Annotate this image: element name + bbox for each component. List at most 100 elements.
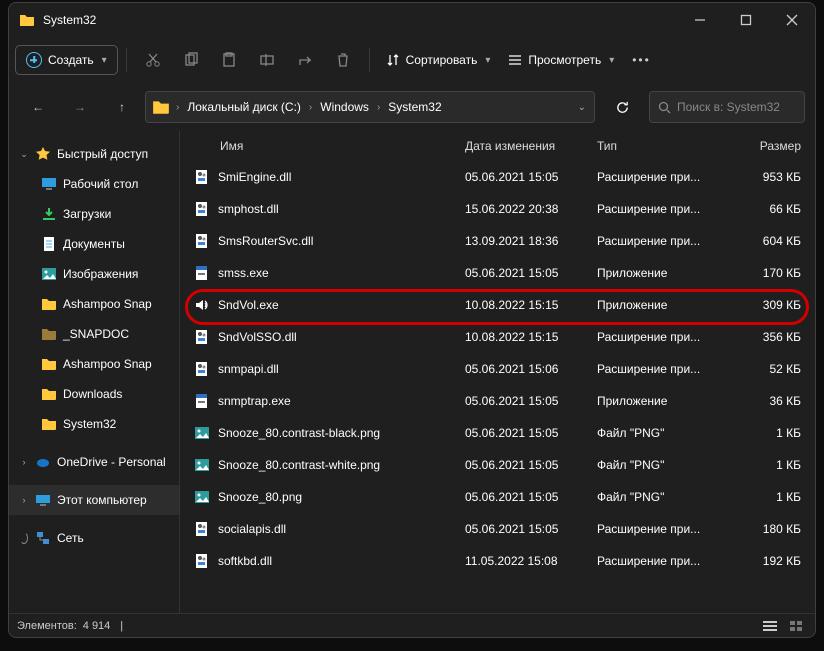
sort-label: Сортировать	[406, 53, 478, 67]
breadcrumb[interactable]: › Локальный диск (C:) › Windows › System…	[145, 91, 595, 123]
file-type: Файл "PNG"	[597, 490, 729, 504]
share-button[interactable]	[287, 44, 323, 76]
thumbnails-view-button[interactable]	[785, 617, 807, 635]
sort-icon	[386, 53, 400, 67]
file-size: 52 КБ	[729, 362, 801, 376]
col-type[interactable]: Тип	[597, 139, 729, 153]
file-row[interactable]: SmiEngine.dll05.06.2021 15:05Расширение …	[180, 161, 815, 193]
paste-button[interactable]	[211, 44, 247, 76]
file-row[interactable]: socialapis.dll05.06.2021 15:05Расширение…	[180, 513, 815, 545]
chevron-right-icon[interactable]: ›	[19, 457, 29, 467]
col-name[interactable]: Имя	[180, 139, 465, 153]
sidebar-item-label: Ashampoo Snap	[63, 297, 152, 311]
file-row[interactable]: softkbd.dll11.05.2022 15:08Расширение пр…	[180, 545, 815, 577]
more-button[interactable]: •••	[624, 44, 659, 76]
sidebar-item[interactable]: _SNAPDOC	[9, 319, 179, 349]
new-button[interactable]: Создать ▾	[15, 45, 118, 75]
close-button[interactable]	[769, 3, 815, 37]
file-name: SmsRouterSvc.dll	[218, 234, 313, 248]
minimize-button[interactable]	[677, 3, 723, 37]
body: ⌄ Быстрый доступ Рабочий стол Загрузки Док…	[9, 131, 815, 613]
file-row[interactable]: snmptrap.exe05.06.2021 15:05Приложение36…	[180, 385, 815, 417]
details-view-button[interactable]	[759, 617, 781, 635]
sidebar-this-pc[interactable]: › Этот компьютер	[9, 485, 179, 515]
sidebar-item[interactable]: Downloads	[9, 379, 179, 409]
file-list: Имя Дата изменения Тип Размер SmiEngine.…	[179, 131, 815, 613]
file-size: 953 КБ	[729, 170, 801, 184]
sidebar-item[interactable]: Ashampoo Snap	[9, 349, 179, 379]
sidebar-item-label: Ashampoo Snap	[63, 357, 152, 371]
sidebar-quick-access[interactable]: ⌄ Быстрый доступ	[9, 139, 179, 169]
file-name: SndVol.exe	[218, 298, 279, 312]
status-count: 4 914	[83, 620, 111, 632]
col-size[interactable]: Размер	[729, 139, 801, 153]
copy-button[interactable]	[173, 44, 209, 76]
sidebar-network[interactable]: Сеть	[9, 523, 179, 553]
col-date[interactable]: Дата изменения	[465, 139, 597, 153]
breadcrumb-item[interactable]: System32	[382, 100, 447, 114]
forward-button[interactable]: →	[61, 89, 99, 125]
delete-button[interactable]	[325, 44, 361, 76]
search-input[interactable]: Поиск в: System32	[649, 91, 805, 123]
sidebar-item[interactable]: Документы	[9, 229, 179, 259]
sort-button[interactable]: Сортировать ▾	[378, 44, 499, 76]
file-row[interactable]: Snooze_80.contrast-white.png05.06.2021 1…	[180, 449, 815, 481]
file-type: Расширение при...	[597, 554, 729, 568]
file-size: 309 КБ	[729, 298, 801, 312]
file-date: 05.06.2021 15:05	[465, 170, 597, 184]
file-row[interactable]: snmpapi.dll05.06.2021 15:06Расширение пр…	[180, 353, 815, 385]
file-type: Приложение	[597, 266, 729, 280]
refresh-button[interactable]	[603, 89, 641, 125]
file-row[interactable]: smphost.dll15.06.2022 20:38Расширение пр…	[180, 193, 815, 225]
sidebar-item[interactable]: Рабочий стол	[9, 169, 179, 199]
file-date: 10.08.2022 15:15	[465, 298, 597, 312]
file-date: 05.06.2021 15:05	[465, 266, 597, 280]
cloud-icon	[35, 454, 51, 470]
up-button[interactable]: ↑	[103, 89, 141, 125]
file-row[interactable]: Snooze_80.contrast-black.png05.06.2021 1…	[180, 417, 815, 449]
cut-button[interactable]	[135, 44, 171, 76]
chevron-right-icon[interactable]: ›	[19, 495, 29, 505]
file-row[interactable]: smss.exe 05.06.2021 15:05Приложение170 КБ	[180, 257, 815, 289]
window-title: System32	[43, 13, 677, 27]
folder-icon	[152, 98, 170, 116]
sidebar-item[interactable]: Изображения	[9, 259, 179, 289]
file-size: 1 КБ	[729, 490, 801, 504]
file-row[interactable]: SndVolSSO.dll10.08.2022 15:15Расширение …	[180, 321, 815, 353]
chevron-down-icon[interactable]: ⌄	[578, 102, 586, 113]
file-name: SndVolSSO.dll	[218, 330, 297, 344]
view-label: Просмотреть	[528, 53, 601, 67]
file-size: 356 КБ	[729, 330, 801, 344]
maximize-button[interactable]	[723, 3, 769, 37]
file-row[interactable]: SndVol.exe10.08.2022 15:15Приложение309 …	[180, 289, 815, 321]
file-type: Приложение	[597, 394, 729, 408]
back-button[interactable]: ←	[19, 89, 57, 125]
file-size: 170 КБ	[729, 266, 801, 280]
view-button[interactable]: Просмотреть ▾	[500, 44, 622, 76]
file-row[interactable]: Snooze_80.png05.06.2021 15:05Файл "PNG"1…	[180, 481, 815, 513]
file-name: softkbd.dll	[218, 554, 272, 568]
sidebar-item[interactable]: Ashampoo Snap	[9, 289, 179, 319]
status-bar: Элементов: 4 914 |	[9, 613, 815, 637]
sidebar-item[interactable]: System32	[9, 409, 179, 439]
rename-button[interactable]	[249, 44, 285, 76]
chevron-down-icon: ▾	[485, 55, 490, 66]
file-type: Расширение при...	[597, 202, 729, 216]
sidebar-item-label: Загрузки	[63, 207, 111, 221]
file-date: 05.06.2021 15:05	[465, 522, 597, 536]
explorer-window: System32 Создать ▾ Сортировать ▾ Просмот…	[8, 2, 816, 638]
breadcrumb-item[interactable]: Windows	[314, 100, 375, 114]
view-icon	[508, 53, 522, 67]
file-size: 180 КБ	[729, 522, 801, 536]
breadcrumb-item[interactable]: Локальный диск (C:)	[181, 100, 307, 114]
file-date: 05.06.2021 15:06	[465, 362, 597, 376]
file-type: Файл "PNG"	[597, 426, 729, 440]
file-type: Файл "PNG"	[597, 458, 729, 472]
sidebar-onedrive[interactable]: › OneDrive - Personal	[9, 447, 179, 477]
column-headers[interactable]: Имя Дата изменения Тип Размер	[180, 131, 815, 161]
chevron-down-icon[interactable]: ⌄	[19, 149, 29, 160]
command-bar: Создать ▾ Сортировать ▾ Просмотреть ▾ ••…	[9, 37, 815, 83]
sidebar-item[interactable]: Загрузки	[9, 199, 179, 229]
file-name: smss.exe	[218, 266, 269, 280]
file-row[interactable]: SmsRouterSvc.dll13.09.2021 18:36Расширен…	[180, 225, 815, 257]
